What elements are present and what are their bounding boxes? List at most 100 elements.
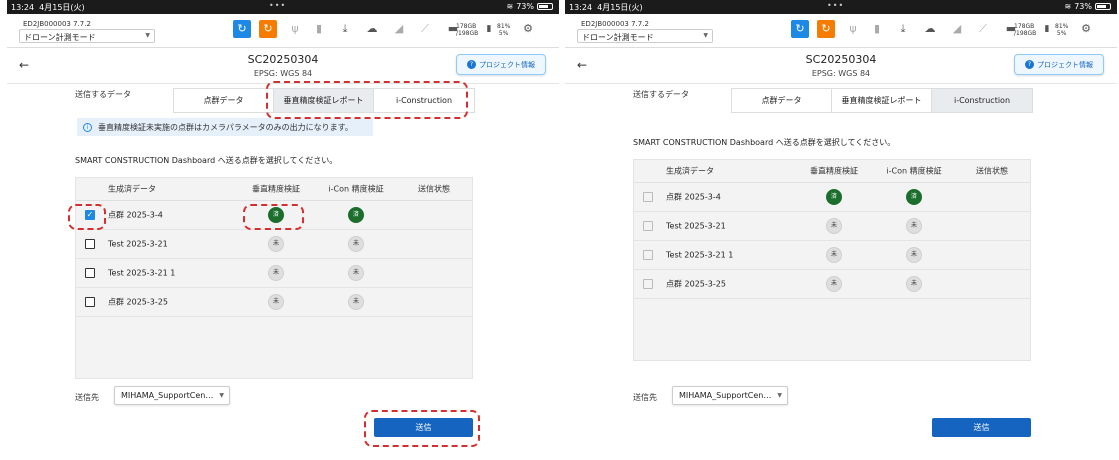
highlight-checkbox (68, 204, 106, 230)
wrench-icon[interactable]: ⟋ (974, 20, 992, 38)
tab-point-cloud[interactable]: 点群データ (174, 89, 274, 112)
destination-select[interactable]: MIHAMA_SupportCen… ▼ (114, 386, 230, 405)
cloud-icon[interactable]: ☁ (363, 20, 381, 38)
download-icon[interactable]: ⤓ (894, 20, 912, 38)
battery-icon (537, 3, 553, 10)
wifi-icon: ≋ (506, 2, 514, 11)
download-icon[interactable]: ⤓ (336, 20, 354, 38)
highlight-vertical-tab (266, 81, 468, 119)
data-type-tabs: 点群データ 垂直精度検証レポート i-Construction (731, 88, 1033, 113)
project-info-button[interactable]: ? プロジェクト情報 (456, 54, 546, 75)
send-button[interactable]: 送信 (932, 418, 1031, 437)
refresh-icon[interactable]: ↻ (259, 20, 277, 38)
refresh-icon[interactable]: ↻ (791, 20, 809, 38)
sd-card-icon[interactable]: ▮ (868, 20, 886, 38)
gear-icon[interactable]: ⚙ (1077, 20, 1095, 38)
storage-readout: 178GB/198GB (456, 23, 479, 37)
chevron-down-icon: ▼ (777, 392, 782, 399)
multitask-dots[interactable]: ••• (827, 1, 844, 10)
vertical-status-badge: 未 (826, 247, 842, 263)
help-icon: ? (467, 60, 476, 69)
row-name: Test 2025-3-21 (666, 221, 726, 231)
status-date: 4月15日(火) (597, 3, 643, 12)
row-name: 点群 2025-3-4 (108, 210, 163, 220)
notice-banner: i 垂直精度検証未実施の点群はカメラパラメータのみの出力になります。 (77, 118, 373, 136)
mode-select[interactable]: ドローン計測モード ▼ (577, 29, 713, 43)
status-time: 13:24 (569, 3, 593, 12)
storage-readout: 178GB/198GB (1014, 23, 1037, 37)
wrench-icon[interactable]: ⟋ (416, 20, 434, 38)
row-checkbox (643, 192, 653, 202)
row-checkbox[interactable] (85, 239, 95, 249)
row-checkbox (643, 250, 653, 260)
refresh-icon[interactable]: ↻ (233, 20, 251, 38)
icon-status-badge: 未 (348, 294, 364, 310)
destination-label: 送信先 (75, 393, 99, 402)
app-toolbar: ED2JB000003 7.7.2 ドローン計測モード ▼ ↻ ↻ ψ ▮ ⤓ ☁ ◢ ⟋ ▬ ⚙ … (7, 14, 559, 48)
battery-percent: 73% (1074, 2, 1092, 11)
table-row[interactable]: Test 2025-3-21 未 未 (76, 230, 472, 259)
tab-point-cloud[interactable]: 点群データ (732, 89, 832, 112)
cloud-icon[interactable]: ☁ (921, 20, 939, 38)
signal-icon[interactable]: ◢ (390, 20, 408, 38)
project-header: ← SC20250304 EPSG: WGS 84 ? プロジェクト情報 (565, 48, 1117, 84)
chevron-down-icon: ▼ (219, 392, 224, 399)
table-row[interactable]: 点群 2025-3-25 未 未 (76, 288, 472, 317)
mode-select[interactable]: ドローン計測モード ▼ (19, 29, 155, 43)
usb-icon[interactable]: ψ (286, 20, 304, 38)
tab-vertical-report[interactable]: 垂直精度検証レポート (832, 89, 932, 112)
tab-i-construction[interactable]: i-Construction (932, 89, 1032, 112)
table-header: 生成済データ 垂直精度検証 i-Con 精度検証 送信状態 (76, 178, 472, 201)
table-header: 生成済データ 垂直精度検証 i-Con 精度検証 送信状態 (634, 160, 1030, 183)
battery-icon: ▮ (1044, 24, 1050, 34)
icon-status-badge: 済 (906, 189, 922, 205)
icon-status-badge: 未 (348, 236, 364, 252)
row-checkbox[interactable] (85, 268, 95, 278)
row-checkbox[interactable] (85, 297, 95, 307)
header-icon-check: i-Con 精度検証 (886, 166, 942, 176)
project-info-button[interactable]: ? プロジェクト情報 (1014, 54, 1104, 75)
device-id: ED2JB000003 7.7.2 (23, 20, 91, 28)
drone-battery-readout: 81% 5% (497, 23, 511, 37)
send-data-label: 送信するデータ (75, 90, 131, 99)
row-checkbox (643, 279, 653, 289)
icon-status-badge: 未 (906, 276, 922, 292)
status-time: 13:24 (11, 3, 35, 12)
instruction-text: SMART CONSTRUCTION Dashboard へ送る点群を選択してく… (75, 156, 338, 165)
table-row[interactable]: Test 2025-3-21 1 未 未 (76, 259, 472, 288)
gear-icon[interactable]: ⚙ (519, 20, 537, 38)
chevron-down-icon: ▼ (703, 32, 708, 39)
status-bar: 13:24 4月15日(火) ••• ≋ 73% (565, 0, 1117, 14)
info-icon: i (83, 122, 92, 132)
battery-icon: ▮ (486, 24, 492, 34)
table-row[interactable]: Test 2025-3-21 未 未 (634, 212, 1030, 241)
wifi-icon: ≋ (1064, 2, 1072, 11)
vertical-status-badge: 未 (826, 218, 842, 234)
header-icon-check: i-Con 精度検証 (328, 184, 384, 194)
row-name: 点群 2025-3-4 (666, 192, 721, 202)
signal-icon[interactable]: ◢ (948, 20, 966, 38)
icon-status-badge: 済 (348, 207, 364, 223)
send-data-label: 送信するデータ (633, 90, 689, 99)
header-vertical-check: 垂直精度検証 (810, 166, 858, 176)
point-cloud-table: 生成済データ 垂直精度検証 i-Con 精度検証 送信状態 点群 2025-3-… (633, 159, 1031, 361)
sd-card-icon[interactable]: ▮ (310, 20, 328, 38)
usb-icon[interactable]: ψ (844, 20, 862, 38)
vertical-status-badge: 済 (826, 189, 842, 205)
status-date: 4月15日(火) (39, 3, 85, 12)
app-toolbar: ED2JB000003 7.7.2 ドローン計測モード ▼ ↻ ↻ ψ ▮ ⤓ ☁ ◢ ⟋ ▬ ⚙ … (565, 14, 1117, 48)
header-generated-data: 生成済データ (108, 184, 156, 194)
drone-battery-readout: 81% 5% (1055, 23, 1069, 37)
icon-status-badge: 未 (906, 247, 922, 263)
header-vertical-check: 垂直精度検証 (252, 184, 300, 194)
refresh-icon[interactable]: ↻ (817, 20, 835, 38)
table-row[interactable]: 点群 2025-3-4 済 済 (634, 183, 1030, 212)
row-name: Test 2025-3-21 1 (666, 250, 734, 260)
row-name: 点群 2025-3-25 (108, 297, 168, 307)
multitask-dots[interactable]: ••• (269, 1, 286, 10)
vertical-status-badge: 未 (268, 236, 284, 252)
table-row[interactable]: 点群 2025-3-25 未 未 (634, 270, 1030, 299)
destination-select[interactable]: MIHAMA_SupportCen… ▼ (672, 386, 788, 405)
vertical-status-badge: 未 (268, 265, 284, 281)
table-row[interactable]: Test 2025-3-21 1 未 未 (634, 241, 1030, 270)
